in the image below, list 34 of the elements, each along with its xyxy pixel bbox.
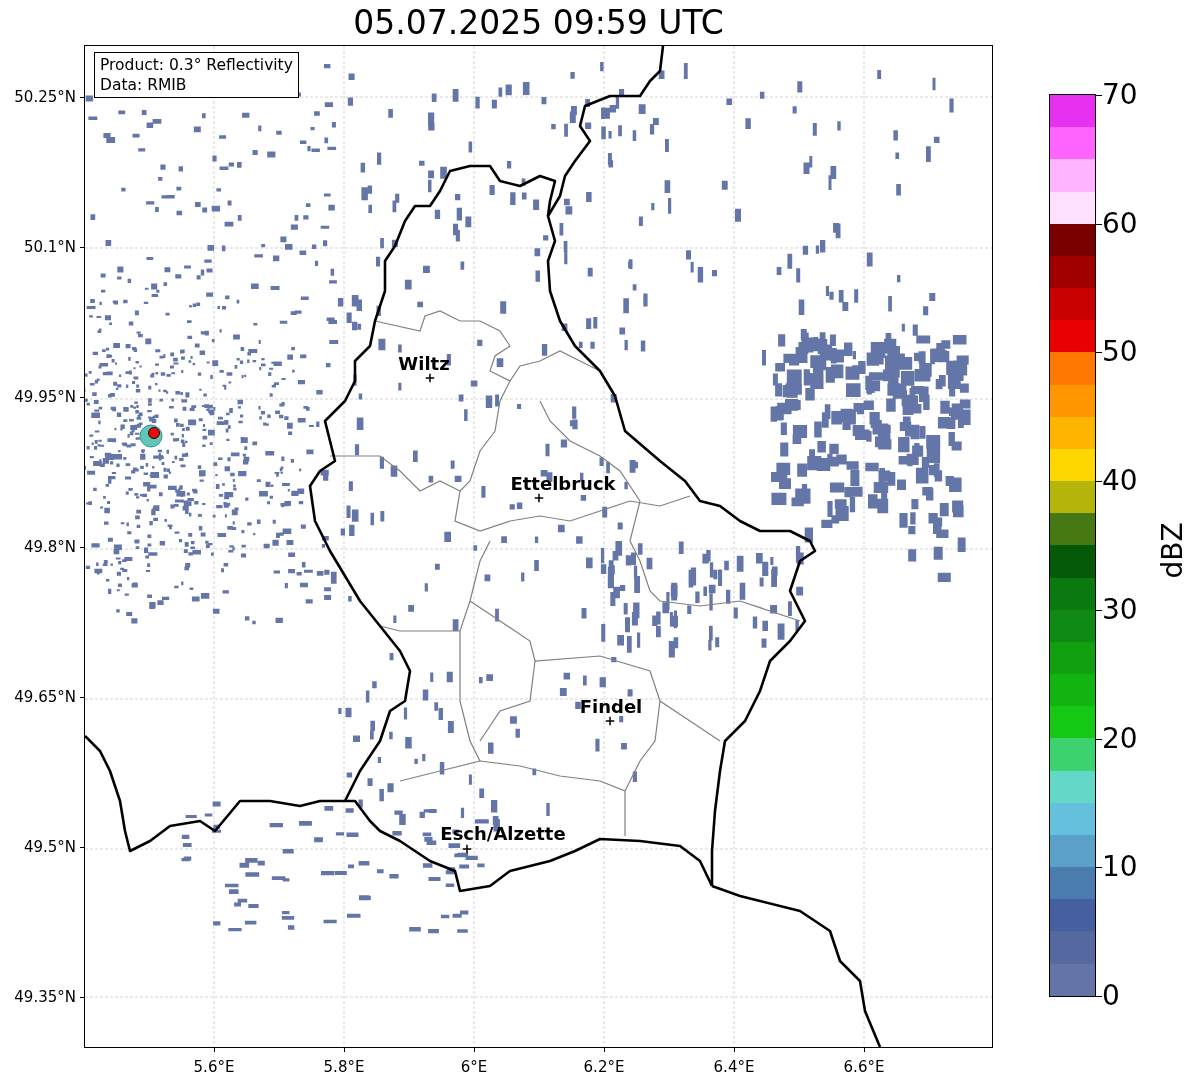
city-marker-icon [425, 373, 435, 383]
city-marker-icon [462, 844, 472, 854]
colorbar-tick-label: 10 [1102, 853, 1138, 882]
colorbar-tick-label: 30 [1102, 595, 1138, 624]
longitude-label: 6.4°E [713, 1058, 755, 1076]
city-label: Ettelbruck [510, 472, 616, 494]
city-label: Esch/Alzette [440, 822, 566, 844]
longitude-label: 6.6°E [843, 1058, 885, 1076]
longitude-label: 6°E [460, 1058, 488, 1076]
info-text: Product: 0.3° Reflectivity [100, 55, 293, 75]
colorbar-tick-label: 40 [1102, 467, 1138, 496]
city-marker-icon [605, 716, 615, 726]
colorbar-tick-label: 20 [1102, 724, 1138, 753]
colorbar-tick-label: 70 [1102, 81, 1138, 109]
city-label: Findel [579, 695, 643, 717]
longitude-label: 5.8°E [323, 1058, 365, 1076]
latitude-label: 50.1°N [23, 238, 76, 256]
latitude-label: 50.25°N [14, 88, 76, 106]
colorbar-tick-label: 50 [1102, 338, 1138, 367]
radar-site-icon [139, 424, 163, 448]
longitude-label: 6.2°E [583, 1058, 625, 1076]
latitude-label: 49.65°N [14, 688, 76, 706]
latitude-label: 49.5°N [23, 838, 76, 856]
colorbar-tick-label: 60 [1102, 209, 1138, 238]
latitude-label: 49.8°N [23, 538, 76, 556]
longitude-label: 5.6°E [193, 1058, 235, 1076]
city-label: Wiltz [398, 352, 450, 374]
chart-title: 05.07.2025 09:59 UTC [353, 6, 724, 39]
colorbar-tick-label: 0 [1102, 982, 1120, 1010]
colorbar-label: dBZ [1155, 522, 1184, 579]
city-marker-icon [534, 493, 544, 503]
info-text: Data: RMIB [100, 75, 188, 95]
latitude-label: 49.95°N [14, 388, 76, 406]
latitude-label: 49.35°N [14, 988, 76, 1006]
